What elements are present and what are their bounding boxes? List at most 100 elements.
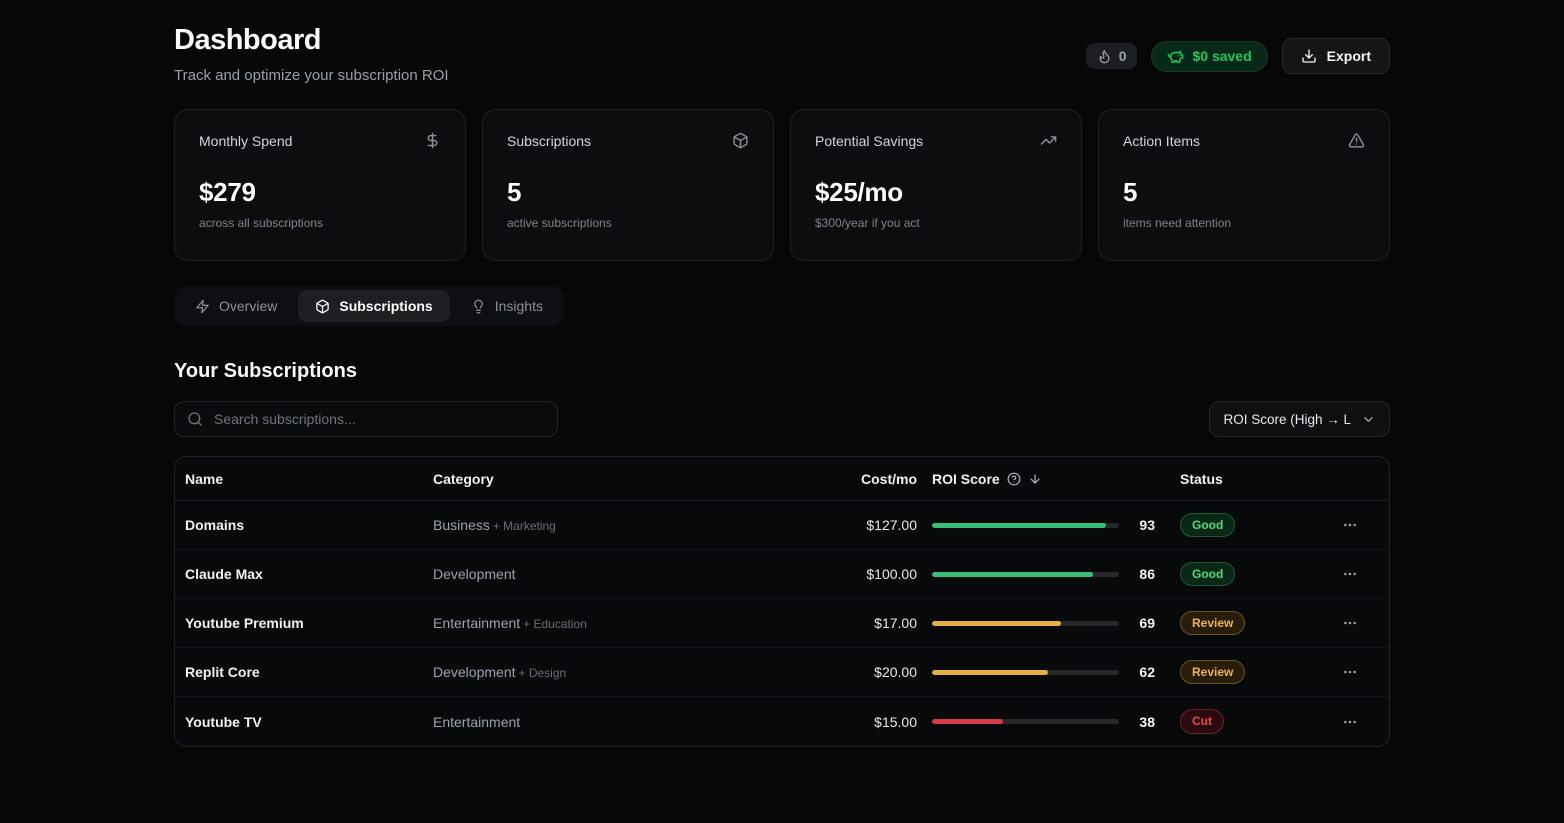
subscriptions-table: Name Category Cost/mo ROI Score Status D…: [174, 456, 1390, 747]
column-header-category: Category: [433, 471, 769, 487]
sort-value: ROI Score (High → L: [1223, 412, 1351, 427]
ellipsis-icon: [1342, 566, 1358, 582]
roi-score-value: 69: [1119, 615, 1155, 631]
sort-dropdown[interactable]: ROI Score (High → L: [1209, 401, 1390, 437]
tab-insights[interactable]: Insights: [454, 290, 560, 322]
stat-label: Subscriptions: [507, 133, 591, 149]
stat-sub: across all subscriptions: [199, 216, 441, 230]
stat-sub: items need attention: [1123, 216, 1365, 230]
stat-label: Action Items: [1123, 133, 1200, 149]
tab-bar: Overview Subscriptions Insights: [174, 286, 564, 326]
table-row: Youtube TV Entertainment $15.00 38 Cut: [175, 697, 1389, 746]
tab-subscriptions[interactable]: Subscriptions: [298, 290, 449, 322]
zap-icon: [195, 299, 210, 314]
subscription-category: Development+ Design: [433, 664, 769, 680]
subscription-name: Youtube TV: [185, 714, 433, 730]
table-header: Name Category Cost/mo ROI Score Status: [175, 457, 1389, 501]
subscription-name: Claude Max: [185, 566, 433, 582]
roi-progress-bar: [932, 719, 1119, 724]
table-row: Youtube Premium Entertainment+ Education…: [175, 599, 1389, 648]
export-button[interactable]: Export: [1282, 38, 1390, 74]
stat-card-action-items: Action Items 5 items need attention: [1098, 109, 1390, 261]
roi-score-value: 38: [1119, 714, 1155, 730]
tab-label: Insights: [495, 298, 543, 314]
search-input[interactable]: [174, 401, 558, 437]
roi-progress-bar: [932, 670, 1119, 675]
ellipsis-icon: [1342, 664, 1358, 680]
subscription-cost: $127.00: [769, 517, 919, 533]
ellipsis-icon: [1342, 714, 1358, 730]
stat-sub: active subscriptions: [507, 216, 749, 230]
page-subtitle: Track and optimize your subscription ROI: [174, 67, 449, 84]
tab-overview[interactable]: Overview: [178, 290, 294, 322]
saved-label: $0 saved: [1192, 48, 1251, 64]
topbar: Dashboard Track and optimize your subscr…: [174, 24, 1390, 84]
alert-triangle-icon: [1348, 132, 1365, 149]
flame-icon: [1097, 49, 1112, 64]
category-primary: Business: [433, 517, 490, 533]
streak-counter: 0: [1086, 43, 1138, 69]
subscription-name: Replit Core: [185, 664, 433, 680]
title-block: Dashboard Track and optimize your subscr…: [174, 24, 449, 84]
roi-progress-bar: [932, 523, 1119, 528]
column-header-roi-score[interactable]: ROI Score: [919, 471, 1169, 487]
row-menu-button[interactable]: [1336, 658, 1364, 686]
subscription-cost: $17.00: [769, 615, 919, 631]
category-primary: Development: [433, 566, 516, 582]
stat-card-monthly-spend: Monthly Spend $279 across all subscripti…: [174, 109, 466, 261]
column-header-status: Status: [1169, 471, 1319, 487]
stat-card-subscriptions: Subscriptions 5 active subscriptions: [482, 109, 774, 261]
package-icon: [315, 299, 330, 314]
stat-value: $25/mo: [815, 177, 1057, 208]
roi-score-value: 62: [1119, 664, 1155, 680]
streak-count: 0: [1119, 48, 1127, 64]
row-menu-button[interactable]: [1336, 511, 1364, 539]
dashboard-page: Dashboard Track and optimize your subscr…: [174, 0, 1390, 747]
category-secondary: + Education: [523, 617, 587, 631]
ellipsis-icon: [1342, 517, 1358, 533]
section-title: Your Subscriptions: [174, 360, 1390, 383]
subscription-category: Development: [433, 566, 769, 582]
row-menu-button[interactable]: [1336, 560, 1364, 588]
download-icon: [1301, 48, 1317, 64]
stat-value: 5: [507, 177, 749, 208]
status-badge: Review: [1180, 660, 1245, 684]
tab-label: Subscriptions: [339, 298, 432, 314]
table-body: Domains Business+ Marketing $127.00 93 G…: [175, 501, 1389, 746]
export-label: Export: [1327, 48, 1371, 64]
search-box: [174, 401, 558, 437]
roi-score-cell: 86: [919, 566, 1169, 582]
sort-arrow-down-icon[interactable]: [1028, 472, 1042, 486]
roi-score-cell: 38: [919, 714, 1169, 730]
help-circle-icon[interactable]: [1007, 472, 1021, 486]
stat-value: $279: [199, 177, 441, 208]
subscription-name: Youtube Premium: [185, 615, 433, 631]
roi-score-label: ROI Score: [932, 471, 1000, 487]
roi-progress-bar: [932, 621, 1119, 626]
topbar-actions: 0 $0 saved Export: [1086, 38, 1390, 74]
piggy-bank-icon: [1167, 48, 1184, 65]
roi-progress-bar: [932, 572, 1119, 577]
stat-card-potential-savings: Potential Savings $25/mo $300/year if yo…: [790, 109, 1082, 261]
row-menu-button[interactable]: [1336, 708, 1364, 736]
chevron-down-icon: [1361, 412, 1376, 427]
roi-score-cell: 69: [919, 615, 1169, 631]
package-icon: [732, 132, 749, 149]
table-row: Claude Max Development $100.00 86 Good: [175, 550, 1389, 599]
subscription-category: Business+ Marketing: [433, 517, 769, 533]
status-badge: Review: [1180, 611, 1245, 635]
stat-label: Potential Savings: [815, 133, 923, 149]
roi-score-cell: 62: [919, 664, 1169, 680]
row-menu-button[interactable]: [1336, 609, 1364, 637]
search-icon: [187, 411, 203, 427]
page-title: Dashboard: [174, 24, 449, 57]
status-badge: Good: [1180, 513, 1235, 537]
dollar-icon: [424, 132, 441, 149]
tab-label: Overview: [219, 298, 277, 314]
ellipsis-icon: [1342, 615, 1358, 631]
table-row: Domains Business+ Marketing $127.00 93 G…: [175, 501, 1389, 550]
table-row: Replit Core Development+ Design $20.00 6…: [175, 648, 1389, 697]
column-header-cost: Cost/mo: [769, 471, 919, 487]
subscription-cost: $20.00: [769, 664, 919, 680]
category-secondary: + Design: [519, 666, 567, 680]
